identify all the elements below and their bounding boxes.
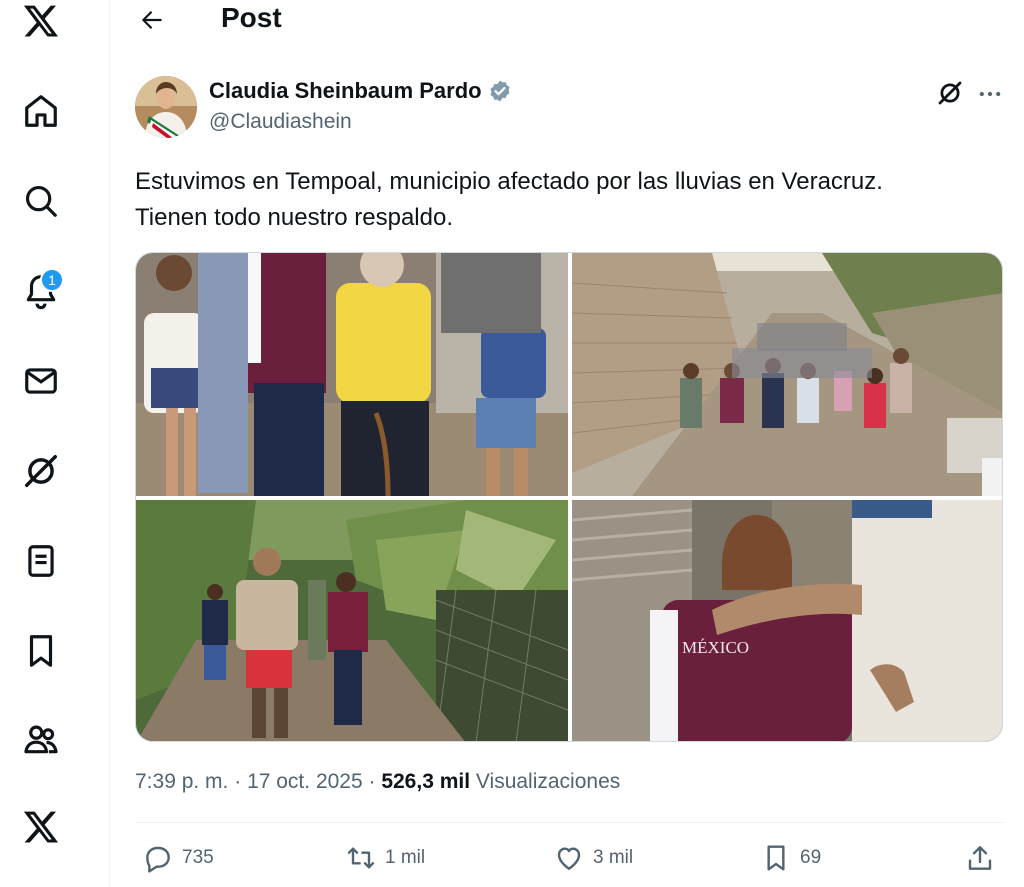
notification-badge: 1 xyxy=(40,268,64,292)
vest-text: MÉXICO xyxy=(682,638,749,657)
post-meta: 7:39 p. m. · 17 oct. 2025 · 526,3 mil Vi… xyxy=(135,770,620,794)
bookmark-count: 69 xyxy=(800,847,822,868)
meta-separator: · xyxy=(362,770,382,793)
repost-icon xyxy=(347,847,375,869)
messages-icon[interactable] xyxy=(20,360,62,402)
views-label: Visualizaciones xyxy=(470,770,621,793)
notifications-icon[interactable]: 1 xyxy=(20,268,64,312)
back-arrow-icon[interactable] xyxy=(136,4,168,36)
verified-badge-icon xyxy=(488,79,512,103)
author-name[interactable]: Claudia Sheinbaum Pardo xyxy=(209,78,482,104)
photo-street-walk[interactable] xyxy=(572,253,1002,496)
share-icon xyxy=(968,846,992,870)
post-time[interactable]: 7:39 p. m. xyxy=(135,770,228,794)
left-sidebar: 1 xyxy=(0,0,110,887)
divider xyxy=(135,822,1005,823)
grok-icon[interactable] xyxy=(20,450,62,492)
share-button[interactable] xyxy=(964,842,996,874)
more-options-icon[interactable] xyxy=(976,80,1004,108)
premium-x-icon[interactable] xyxy=(20,806,62,848)
bookmark-button[interactable]: 69 xyxy=(760,842,821,874)
reply-button[interactable]: 735 xyxy=(142,842,214,874)
grok-explain-icon[interactable] xyxy=(935,78,965,108)
media-grid: MÉXICO xyxy=(135,252,1003,742)
tweet-text: Estuvimos en Tempoal, municipio afectado… xyxy=(135,164,1005,236)
bookmark-icon xyxy=(767,845,785,871)
avatar[interactable] xyxy=(135,76,197,138)
photo-embrace[interactable]: MÉXICO xyxy=(572,500,1002,741)
communities-icon[interactable] xyxy=(20,718,62,760)
views-count: 526,3 mil xyxy=(381,770,471,793)
meta-separator: · xyxy=(228,770,248,793)
photo-crowd-closeup[interactable] xyxy=(136,253,568,496)
author-handle[interactable]: @Claudiashein xyxy=(209,110,352,134)
search-icon[interactable] xyxy=(20,180,62,222)
tweet-text-line-1: Estuvimos en Tempoal, municipio afectado… xyxy=(135,168,883,195)
page-title: Post xyxy=(221,2,282,33)
heart-icon xyxy=(557,847,581,870)
like-count: 3 mil xyxy=(593,847,634,868)
reply-icon xyxy=(146,846,170,873)
repost-count: 1 mil xyxy=(385,847,426,868)
photo-jungle-path[interactable] xyxy=(136,500,568,741)
like-button[interactable]: 3 mil xyxy=(553,842,633,874)
x-logo-icon[interactable] xyxy=(20,0,62,42)
post-date[interactable]: 17 oct. 2025 xyxy=(247,770,363,794)
home-icon[interactable] xyxy=(20,90,62,132)
tweet-text-line-2: Tienen todo nuestro respaldo. xyxy=(135,204,453,231)
bookmarks-icon[interactable] xyxy=(20,630,62,672)
repost-button[interactable]: 1 mil xyxy=(345,842,425,874)
post-header: Post xyxy=(110,0,1024,40)
author-name-row: Claudia Sheinbaum Pardo xyxy=(209,78,512,104)
reply-count: 735 xyxy=(182,847,214,868)
lists-icon[interactable] xyxy=(20,540,62,582)
